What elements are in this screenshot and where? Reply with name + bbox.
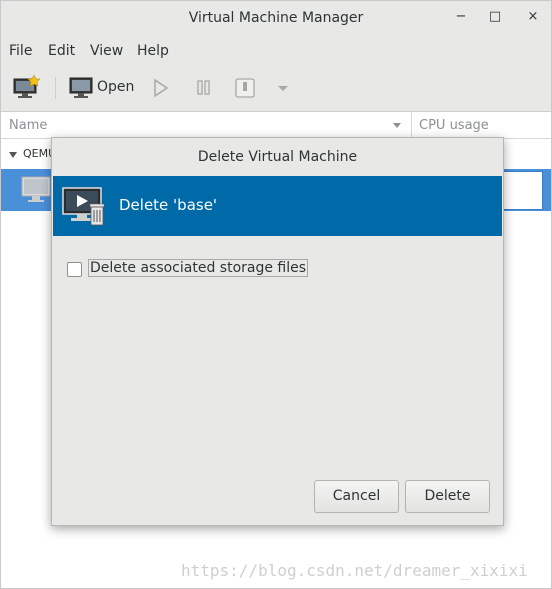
monitor-icon [69,77,93,98]
delete-button[interactable]: Delete [405,480,490,513]
menu-view[interactable]: View [90,43,123,59]
title-bar: Virtual Machine Manager − □ × [1,1,551,35]
toolbar: Open [1,65,551,112]
power-icon [235,78,255,98]
delete-storage-checkbox[interactable] [67,262,82,277]
close-button[interactable]: × [525,9,541,25]
expander-icon[interactable] [8,150,18,160]
menu-file[interactable]: File [9,43,32,59]
new-vm-button[interactable] [13,74,43,101]
shutdown-menu-button[interactable] [276,75,290,101]
maximize-button[interactable]: □ [487,9,503,25]
open-button[interactable]: Open [69,75,135,101]
open-button-label: Open [97,79,135,95]
pause-button[interactable] [195,75,215,101]
sort-arrow-icon [393,123,401,128]
delete-vm-dialog: Delete Virtual Machine Delete 'base' Del… [51,137,504,526]
shutdown-button[interactable] [234,75,258,101]
menu-help[interactable]: Help [137,43,169,59]
vm-monitor-icon [21,176,51,202]
dialog-header-text: Delete 'base' [119,196,218,214]
watermark-text: https://blog.csdn.net/dreamer_xixixi [181,561,528,580]
toolbar-separator [55,77,56,99]
run-button[interactable] [152,75,172,101]
column-divider [411,112,412,138]
menu-edit[interactable]: Edit [48,43,75,59]
new-vm-icon [13,74,41,98]
delete-storage-label[interactable]: Delete associated storage files [88,259,309,277]
delete-vm-icon [62,187,105,226]
dialog-title: Delete Virtual Machine [197,149,358,165]
column-name-header[interactable]: Name [9,118,47,133]
vm-list-header: Name CPU usage [1,112,551,139]
minimize-button[interactable]: − [453,9,469,25]
menu-bar: File Edit View Help [1,35,551,65]
chevron-down-icon [278,86,288,91]
column-cpu-header[interactable]: CPU usage [419,118,489,133]
pause-icon [197,80,210,95]
dialog-header-banner: Delete 'base' [53,176,502,236]
cancel-button[interactable]: Cancel [314,480,399,513]
play-icon [154,78,169,98]
